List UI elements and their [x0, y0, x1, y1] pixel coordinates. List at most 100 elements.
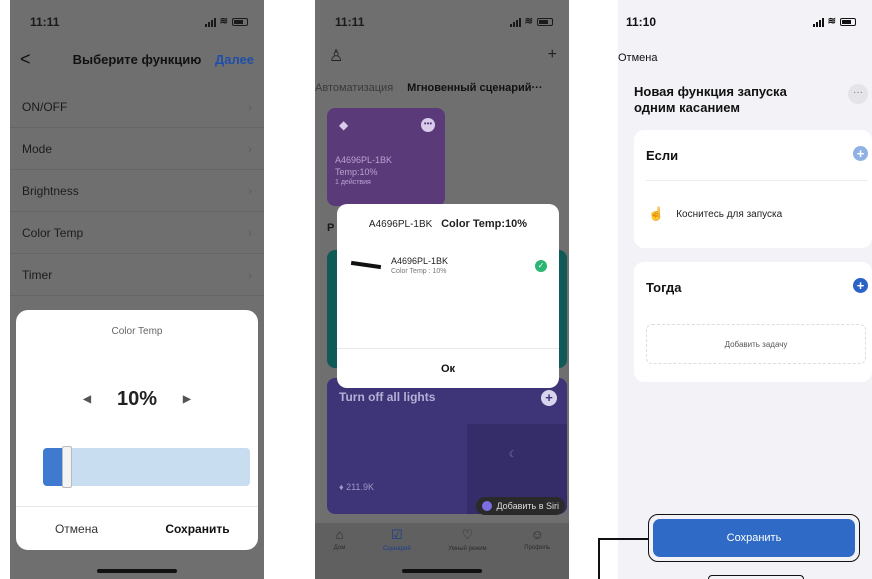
tab-label: Сценарий [382, 546, 411, 552]
battery-icon [840, 18, 856, 26]
tab-profile[interactable]: ☺ Профиль [524, 527, 550, 579]
function-label: Mode [22, 141, 53, 156]
function-row-mode[interactable]: Mode › [10, 128, 264, 170]
chevron-right-icon: › [248, 141, 252, 156]
phone-screen-scenes: 11:11 ≋ ♙ + Автоматизация Мгновенный сце… [315, 0, 569, 579]
slider-thumb[interactable] [62, 446, 72, 488]
function-label: Brightness [22, 183, 79, 198]
back-icon[interactable]: < [20, 49, 31, 70]
nav-bar: < Выберите функцию Далее [10, 44, 264, 74]
tab-instant-scene[interactable]: Мгновенный сценарий··· [407, 82, 542, 94]
cancel-link[interactable]: Отмена [618, 52, 657, 64]
signal-icon [204, 17, 216, 27]
add-task-button[interactable]: Добавить задачу [646, 324, 866, 364]
add-action-icon[interactable]: + [853, 278, 868, 293]
save-highlight-frame: Сохранить [648, 514, 860, 562]
function-list: ON/OFF › Mode › Brightness › Color Temp › Ti… [10, 86, 264, 296]
status-bar: 11:11 ≋ [315, 0, 569, 44]
phone-screen-function-select: 11:11 ≋ < Выберите функцию Далее ON/OFF ›… [10, 0, 264, 579]
slider-fill [43, 448, 64, 486]
status-time: 11:11 [30, 15, 60, 29]
add-icon[interactable]: + [548, 46, 557, 66]
status-bar: 11:10 ≋ [618, 0, 872, 44]
chevron-right-icon: › [248, 225, 252, 240]
status-icons: ≋ [509, 16, 553, 27]
function-row-color-temp[interactable]: Color Temp › [10, 212, 264, 254]
tab-home[interactable]: ⌂ Дом [334, 527, 346, 579]
more-icon[interactable]: ••• [421, 118, 435, 132]
section-label: Р [327, 222, 335, 234]
if-header: Если [646, 148, 679, 163]
sheet-actions: Отмена Сохранить [16, 506, 258, 550]
signal-icon [509, 17, 521, 27]
function-label: Color Temp [22, 225, 84, 240]
increase-arrow-icon[interactable]: ▶ [183, 394, 191, 405]
scene-card-temp[interactable]: ◆ ••• A4696PL-1BK Temp:10% 1 действия [327, 108, 445, 206]
dialog-setting: Color Temp:10% [441, 218, 528, 230]
dialog-device: A4696PL-1BK [368, 219, 433, 230]
wifi-icon: ≋ [524, 16, 533, 27]
more-icon[interactable]: ··· [848, 84, 868, 104]
sheet-title: Color Temp [111, 326, 163, 337]
checkbox-icon: ☑ [390, 527, 403, 542]
save-button[interactable]: Сохранить [653, 519, 855, 557]
device-row: A4696PL-1BK Color Temp : 10% ✓ [351, 256, 547, 275]
tab-label: Профиль [524, 545, 551, 551]
wifi-icon: ≋ [219, 16, 228, 27]
lamp-icon [351, 260, 381, 272]
add-to-siri-button[interactable]: Добавить в Siri [476, 497, 565, 515]
tag-icon: ◆ [339, 118, 349, 132]
ok-button[interactable]: Ок [337, 348, 559, 388]
then-card: Тогда + Добавить задачу [634, 262, 872, 382]
page-title: Выберите функцию [72, 51, 202, 67]
scene-card-turn-off[interactable]: ☾ Turn off all lights + ♦ 211.9K [327, 378, 567, 514]
device-name: A4696PL-1BK [391, 256, 449, 266]
chevron-right-icon: › [248, 183, 252, 198]
save-button[interactable]: Сохранить [137, 507, 258, 550]
siri-label: Добавить в Siri [496, 501, 559, 511]
device-info: A4696PL-1BK Color Temp : 10% [391, 256, 448, 275]
device-detail: Color Temp : 10% [391, 268, 447, 275]
scene-usage-count: ♦ 211.9K [339, 482, 374, 492]
status-icons: ≋ [812, 16, 856, 27]
status-time: 11:11 [335, 15, 365, 29]
status-time: 11:10 [626, 15, 657, 29]
check-icon: ✓ [535, 259, 547, 272]
battery-icon [537, 18, 553, 26]
tab-label: Умный режим [448, 546, 487, 552]
add-scene-icon[interactable]: + [541, 390, 557, 406]
scene-confirm-dialog: A4696PL-1BK Color Temp:10% A4696PL-1BK C… [337, 204, 559, 388]
scene-name: Turn off all lights [339, 390, 436, 404]
decrease-arrow-icon[interactable]: ◀ [83, 394, 91, 405]
home-indicator [97, 569, 177, 573]
phone-screen-new-tap-to-run: 11:10 ≋ Отмена Новая функция запуска одн… [618, 0, 872, 579]
function-row-timer[interactable]: Timer › [10, 254, 264, 296]
user-icon[interactable]: ♙ [329, 46, 343, 66]
next-button[interactable]: Далее [215, 52, 254, 67]
function-row-brightness[interactable]: Brightness › [10, 170, 264, 212]
tap-hand-icon: ☝ [648, 206, 665, 221]
dialog-header: A4696PL-1BK Color Temp:10% [337, 218, 559, 230]
home-icon: ⌂ [335, 527, 344, 542]
home-indicator [402, 569, 482, 573]
scene-action-count: 1 действия [335, 179, 371, 186]
status-icons: ≋ [204, 16, 248, 27]
callout-line [598, 538, 648, 540]
add-condition-icon[interactable]: + [853, 146, 868, 161]
color-temp-slider[interactable] [43, 446, 250, 488]
callout-line [598, 539, 600, 579]
cancel-button[interactable]: Отмена [16, 507, 137, 550]
page-title: Новая функция запуска одним касанием [634, 84, 787, 115]
function-label: ON/OFF [22, 99, 68, 114]
scene-setting: Temp:10% [335, 167, 378, 177]
tab-automation[interactable]: Автоматизация [315, 82, 393, 94]
top-toolbar: ♙ + [329, 46, 557, 66]
function-row-on-off[interactable]: ON/OFF › [10, 86, 264, 128]
color-temp-sheet: Color Temp ◀ 10% ▶ Отмена Сохранить [16, 310, 258, 550]
chevron-right-icon: › [248, 267, 252, 282]
moon-icon: ☾ [508, 449, 517, 459]
wifi-icon: ≋ [827, 16, 836, 27]
trigger-row[interactable]: ☝ Коснитесь для запуска [648, 206, 782, 222]
divider [646, 180, 868, 181]
siri-icon [482, 501, 493, 511]
